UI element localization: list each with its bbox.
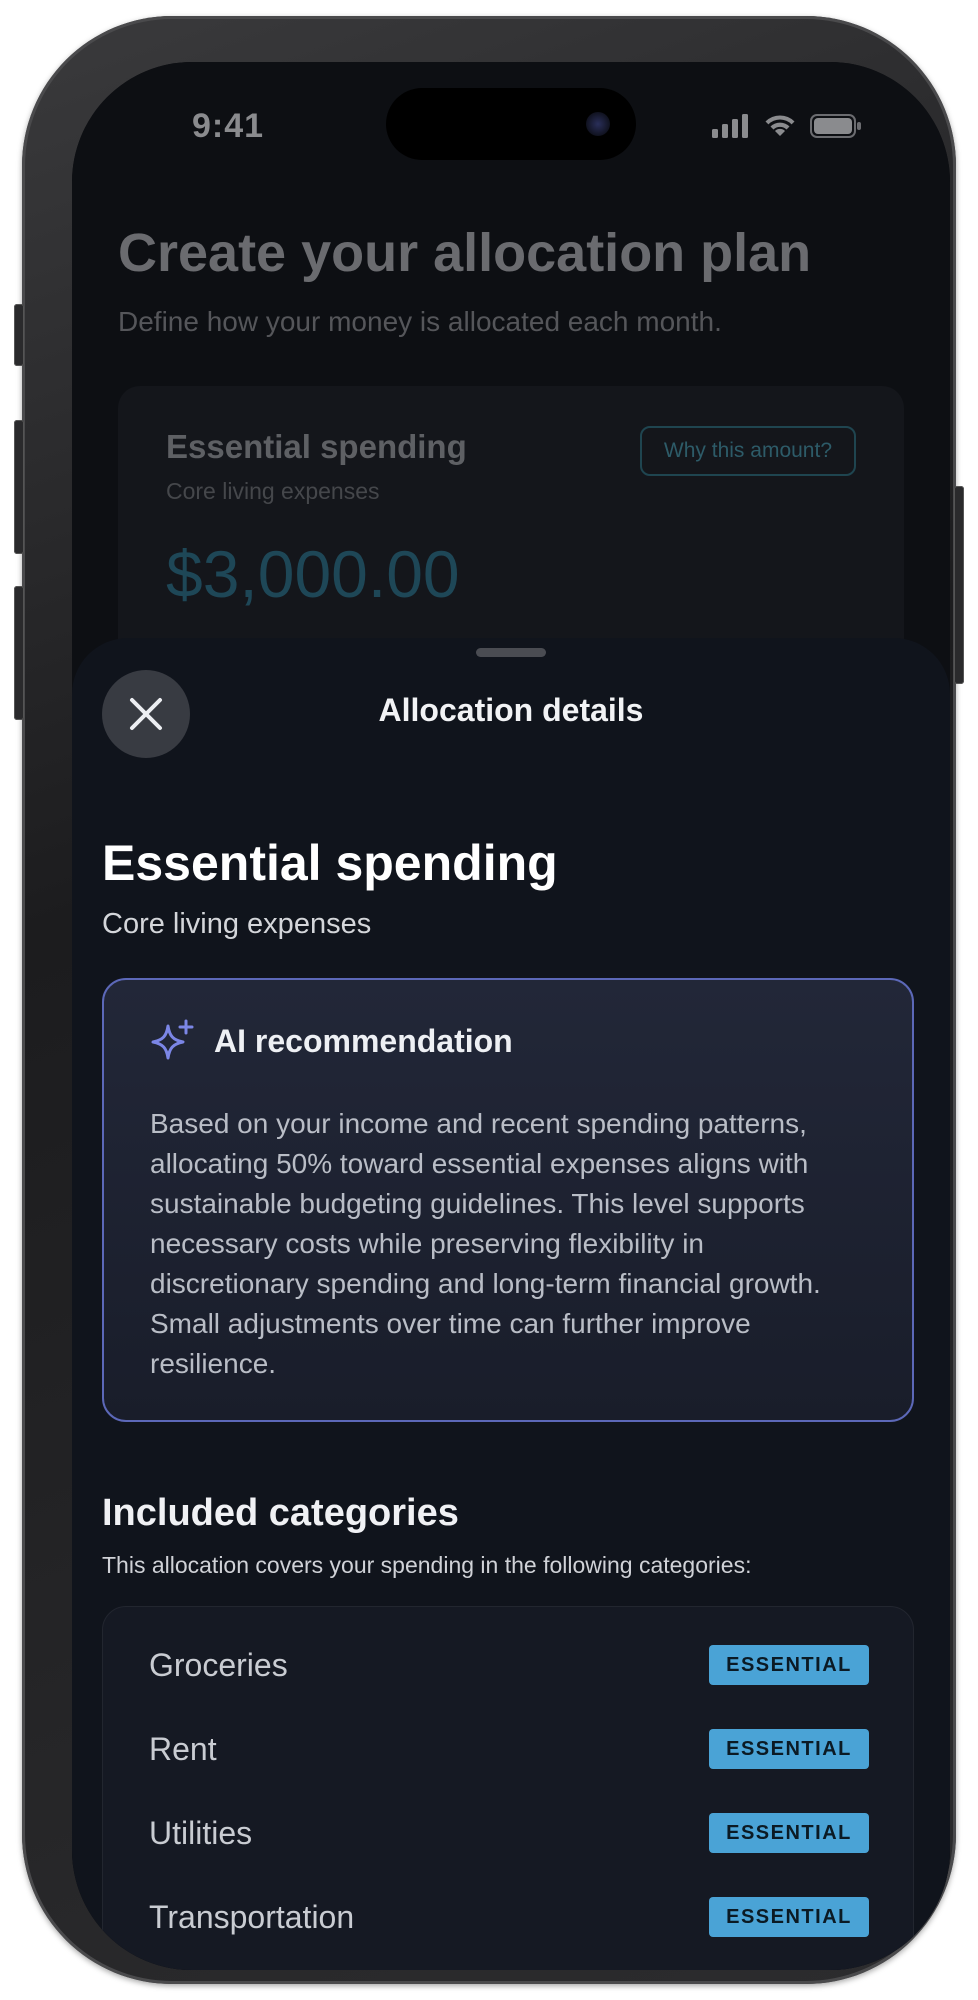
sheet-grabber[interactable] xyxy=(476,648,546,657)
volume-down-button xyxy=(14,586,24,720)
ai-recommendation-text: Based on your income and recent spending… xyxy=(150,1108,821,1379)
status-badge: ESSENTIAL xyxy=(709,1897,869,1937)
ai-recommendation-card: AI recommendation Based on your income a… xyxy=(102,978,914,1422)
why-this-amount-button[interactable]: Why this amount? xyxy=(639,426,856,476)
phone-frame: 9:41 Create your allocation plan Define … xyxy=(14,16,964,1984)
allocation-details-sheet: Allocation details Essential spending Co… xyxy=(72,638,950,1970)
status-badge: ESSENTIAL xyxy=(709,1813,869,1853)
category-name: Transportation xyxy=(149,1899,355,1935)
category-name: Utilities xyxy=(149,1815,253,1851)
allocation-card-subtitle: Core living expenses xyxy=(166,478,380,504)
ai-recommendation-header: AI recommendation xyxy=(150,1018,513,1064)
list-item[interactable]: Transportation ESSENTIAL xyxy=(149,1895,869,1939)
category-name: Rent xyxy=(149,1731,217,1767)
status-bar: 9:41 xyxy=(72,62,950,182)
wifi-icon xyxy=(765,115,795,136)
categories-subtitle: This allocation covers your spending in … xyxy=(102,1552,752,1578)
action-button xyxy=(14,304,24,366)
side-button xyxy=(954,486,964,684)
allocation-card-title: Essential spending xyxy=(166,428,467,465)
status-time: 9:41 xyxy=(192,107,265,145)
sparkle-icon xyxy=(151,1019,194,1060)
ai-recommendation-label: AI recommendation xyxy=(214,1022,513,1059)
list-item[interactable]: Utilities ESSENTIAL xyxy=(149,1811,869,1855)
section-subtitle: Core living expenses xyxy=(102,908,372,940)
categories-list: Groceries ESSENTIAL Rent ESSENTIAL Utili… xyxy=(102,1606,914,1970)
status-badge: ESSENTIAL xyxy=(709,1645,869,1685)
section-title: Essential spending xyxy=(102,835,558,891)
status-badge: ESSENTIAL xyxy=(709,1729,869,1769)
category-name: Groceries xyxy=(149,1647,288,1683)
status-icons xyxy=(712,114,862,138)
dynamic-island xyxy=(386,88,636,160)
screen: 9:41 Create your allocation plan Define … xyxy=(72,62,950,1970)
list-item[interactable]: Rent ESSENTIAL xyxy=(149,1727,869,1771)
camera-icon xyxy=(586,112,610,136)
cellular-signal-icon xyxy=(712,114,748,138)
allocation-amount: $3,000.00 xyxy=(166,537,460,611)
sheet-title: Allocation details xyxy=(378,692,644,728)
categories-title: Included categories xyxy=(102,1492,459,1534)
page-title: Create your allocation plan xyxy=(118,223,812,283)
page-subtitle: Define how your money is allocated each … xyxy=(118,306,722,337)
list-item[interactable]: Groceries ESSENTIAL xyxy=(149,1643,869,1687)
battery-icon xyxy=(810,114,861,138)
volume-up-button xyxy=(14,420,24,554)
